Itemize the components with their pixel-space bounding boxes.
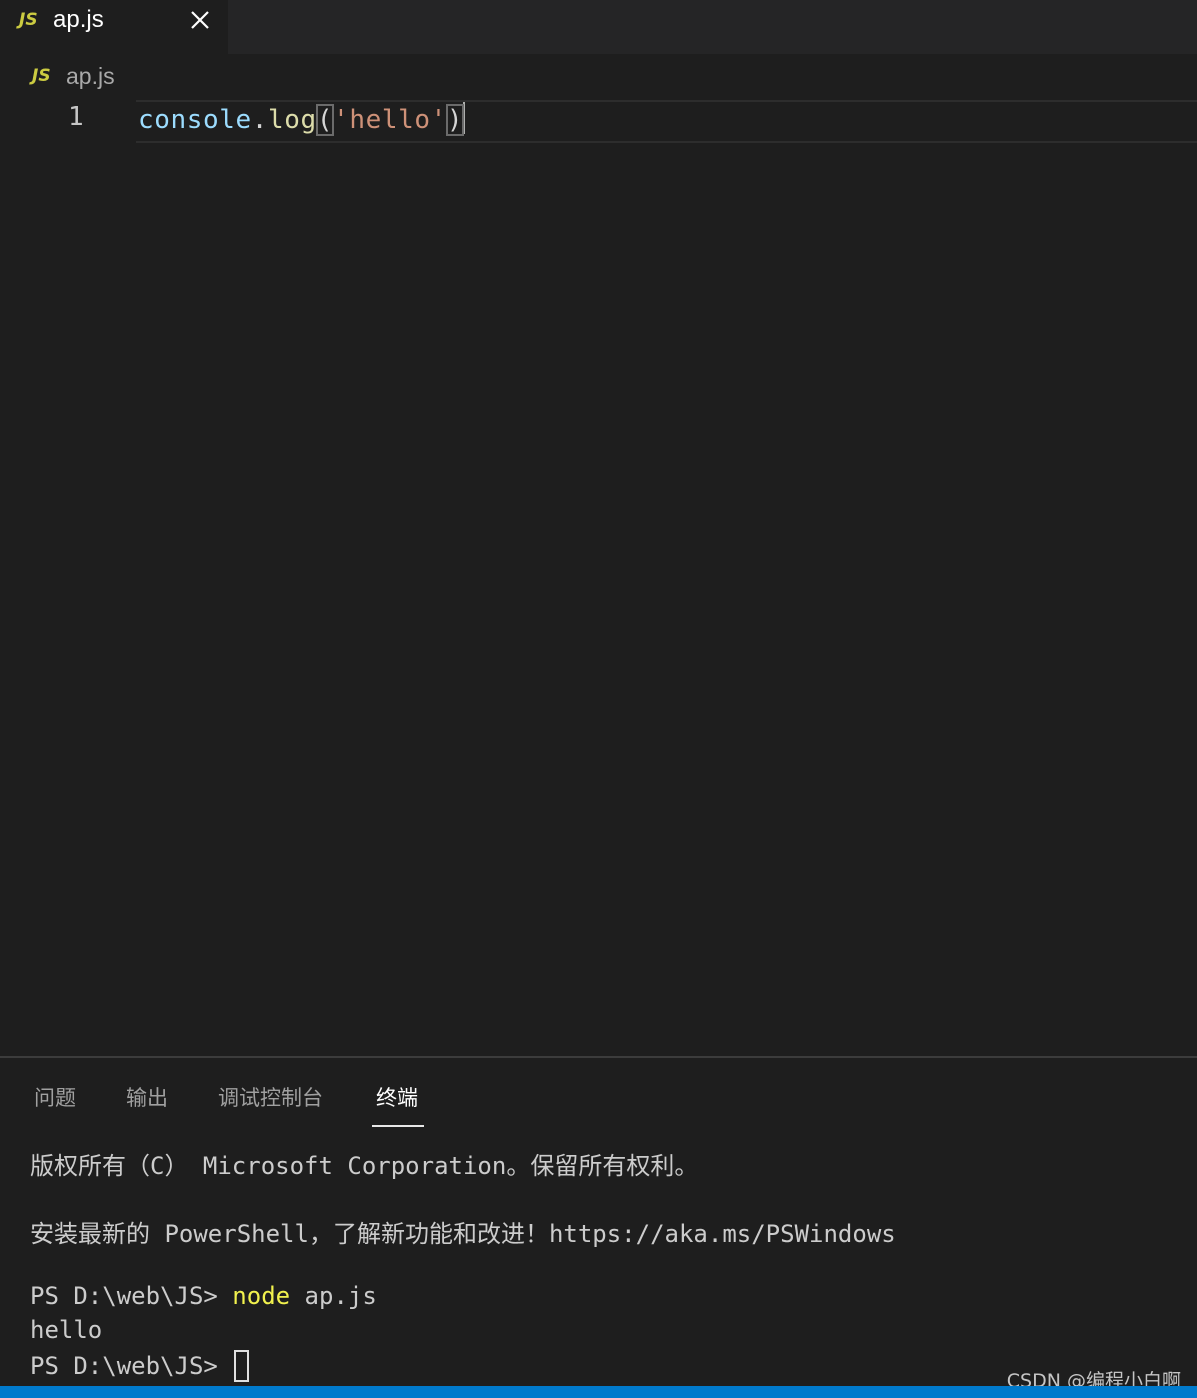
token-dot: . bbox=[251, 105, 269, 135]
code-editor[interactable]: 1 console.log('hello') bbox=[0, 98, 1197, 1056]
terminal-line: PS D:\web\JS> bbox=[30, 1350, 250, 1382]
bottom-panel: 问题 输出 调试控制台 终端 版权所有（C） Microsoft Corpora… bbox=[0, 1056, 1197, 1386]
close-icon[interactable] bbox=[186, 6, 214, 34]
text-cursor bbox=[463, 102, 466, 134]
terminal-prompt: PS D:\web\JS> bbox=[30, 1282, 233, 1310]
tab-label: ap.js bbox=[53, 6, 104, 33]
terminal-cursor bbox=[234, 1350, 250, 1382]
line-number: 1 bbox=[68, 102, 84, 132]
tab-output[interactable]: 输出 bbox=[126, 1082, 168, 1112]
terminal-line: 安装最新的 PowerShell，了解新功能和改进！https://aka.ms… bbox=[30, 1220, 896, 1248]
javascript-file-icon: JS bbox=[19, 10, 38, 30]
terminal-output: hello bbox=[30, 1316, 103, 1344]
terminal-command: node bbox=[232, 1282, 291, 1310]
tab-problems[interactable]: 问题 bbox=[34, 1082, 76, 1112]
editor-tab-bar: JS ap.js bbox=[0, 0, 1197, 54]
breadcrumb: JS ap.js bbox=[0, 54, 1197, 98]
tab-debug-console[interactable]: 调试控制台 bbox=[218, 1082, 323, 1112]
terminal-line: PS D:\web\JS> node ap.js bbox=[30, 1282, 377, 1310]
status-bar bbox=[0, 1386, 1197, 1398]
token-close-paren: ) bbox=[445, 104, 465, 136]
code-line[interactable]: console.log('hello') bbox=[138, 102, 466, 136]
token-method: log bbox=[268, 105, 317, 135]
token-string: 'hello' bbox=[333, 105, 447, 135]
javascript-file-icon: JS bbox=[32, 66, 51, 86]
terminal-line: 版权所有（C） Microsoft Corporation。保留所有权利。 bbox=[30, 1152, 699, 1180]
tab-ap-js[interactable]: JS ap.js bbox=[0, 0, 228, 54]
token-open-paren: ( bbox=[315, 104, 335, 136]
tab-terminal[interactable]: 终端 bbox=[376, 1082, 418, 1112]
breadcrumb-file[interactable]: ap.js bbox=[66, 63, 115, 90]
active-tab-indicator bbox=[372, 1125, 424, 1127]
token-object: console bbox=[138, 105, 252, 135]
terminal-prompt: PS D:\web\JS> bbox=[30, 1352, 233, 1380]
panel-tab-bar: 问题 输出 调试控制台 终端 bbox=[0, 1058, 1197, 1132]
terminal-command-args: ap.js bbox=[290, 1282, 377, 1310]
